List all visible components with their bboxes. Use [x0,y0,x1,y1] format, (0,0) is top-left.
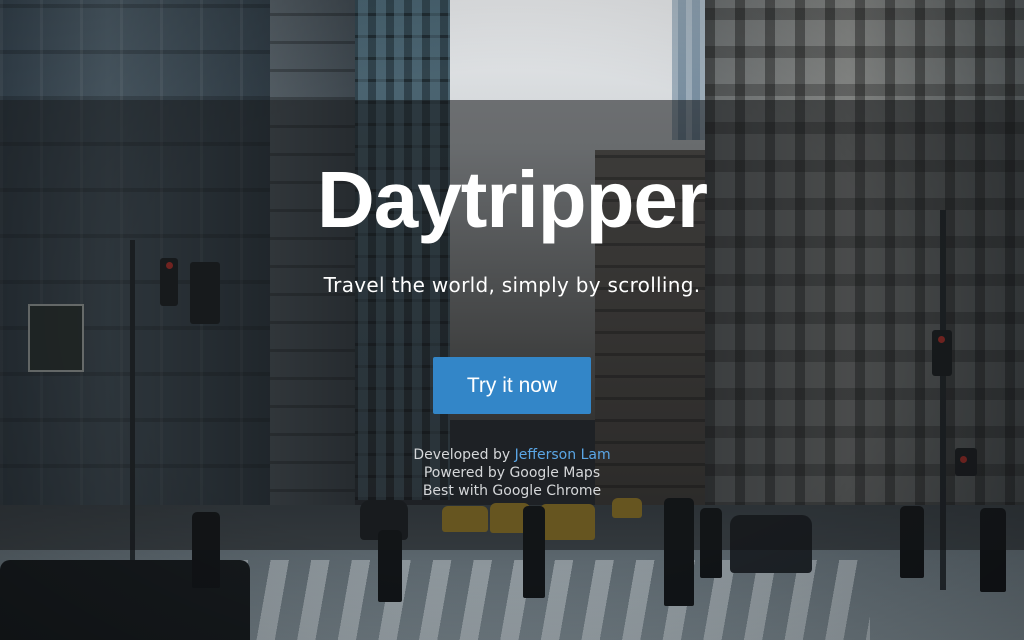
developer-link[interactable]: Jefferson Lam [515,447,611,463]
best-with-text: Best with Google Chrome [422,483,602,499]
try-it-now-button[interactable]: Try it now [433,357,591,414]
tagline: Travel the world, simply by scrolling. [323,273,701,297]
developed-by-line: Developed by Jefferson Lam [0,446,1024,464]
hero: Daytripper Travel the world, simply by s… [0,100,1024,550]
credits: Developed by Jefferson Lam Powered by Go… [0,446,1024,500]
developed-by-label: Developed by [413,447,511,463]
app-title: Daytripper [316,155,708,244]
powered-by-text: Powered by Google Maps [423,465,601,481]
